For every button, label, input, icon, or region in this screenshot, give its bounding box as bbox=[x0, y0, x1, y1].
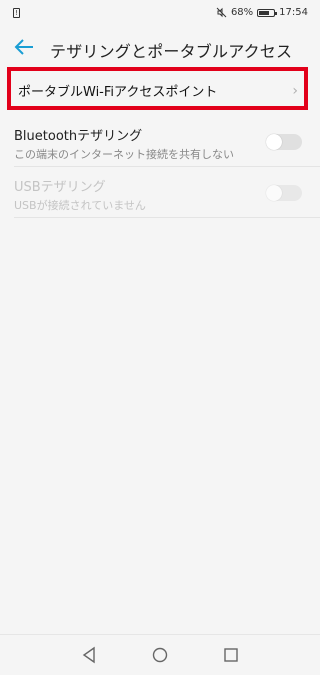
battery-percent: 68% bbox=[230, 7, 254, 18]
bluetooth-tethering-item[interactable]: Bluetoothテザリング この端末のインターネット接続を共有しない bbox=[14, 116, 320, 167]
mute-icon bbox=[216, 7, 227, 18]
sim-icon: ! bbox=[13, 8, 20, 18]
back-arrow-icon[interactable] bbox=[13, 36, 35, 58]
settings-list: ポータブルWi-Fiアクセスポイント › Bluetoothテザリング この端末… bbox=[0, 67, 320, 218]
usb-tethering-switch[interactable] bbox=[266, 185, 302, 201]
bluetooth-tethering-summary: この端末のインターネット接続を共有しない bbox=[14, 148, 234, 161]
usb-tethering-label: USBテザリング bbox=[14, 180, 106, 195]
page-title: テザリングとポータブルアクセス bbox=[50, 42, 293, 61]
bluetooth-tethering-label: Bluetoothテザリング bbox=[14, 129, 143, 144]
status-icons: 68% 17:54 bbox=[216, 7, 308, 18]
app-bar: テザリングとポータブルアクセス bbox=[0, 26, 320, 70]
portable-wifi-hotspot-label: ポータブルWi-Fiアクセスポイント bbox=[18, 85, 218, 100]
chevron-right-icon: › bbox=[292, 83, 298, 99]
usb-tethering-summary: USBが接続されていません bbox=[14, 199, 146, 212]
status-bar: ! 68% 17:54 bbox=[0, 0, 320, 26]
home-nav-icon[interactable] bbox=[150, 645, 170, 665]
recents-nav-icon[interactable] bbox=[221, 645, 241, 665]
portable-wifi-hotspot-item[interactable]: ポータブルWi-Fiアクセスポイント › bbox=[7, 67, 308, 110]
bluetooth-tethering-switch[interactable] bbox=[266, 134, 302, 150]
back-nav-icon[interactable] bbox=[80, 645, 100, 665]
clock: 17:54 bbox=[279, 7, 308, 18]
usb-tethering-item[interactable]: USBテザリング USBが接続されていません bbox=[14, 167, 320, 218]
navigation-bar bbox=[0, 634, 320, 675]
battery-icon bbox=[257, 8, 278, 17]
